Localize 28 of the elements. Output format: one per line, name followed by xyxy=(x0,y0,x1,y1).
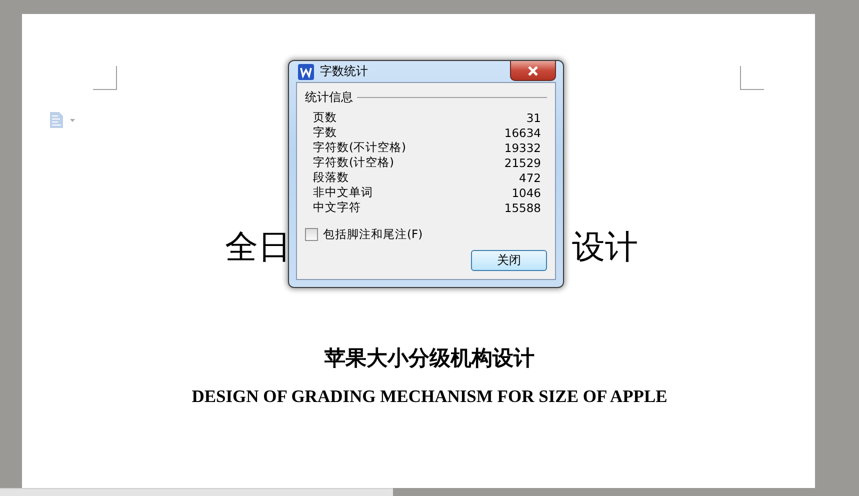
corner-mark xyxy=(93,66,117,90)
stat-label: 字符数(不计空格) xyxy=(313,140,406,155)
stat-label: 非中文单词 xyxy=(313,185,373,200)
stat-value: 1046 xyxy=(512,186,541,200)
stat-value: 31 xyxy=(526,110,541,124)
heading-text: 全日 xyxy=(225,228,292,266)
section-label: 统计信息 xyxy=(305,89,353,106)
stat-label: 字数 xyxy=(313,125,337,140)
checkbox[interactable] xyxy=(305,228,318,241)
stat-label: 字符数(计空格) xyxy=(313,155,394,170)
heading-text: 设计 xyxy=(572,228,639,266)
stat-value: 21529 xyxy=(504,156,541,170)
close-button[interactable]: 关闭 xyxy=(471,250,547,271)
close-icon[interactable] xyxy=(510,61,556,81)
stat-label: 中文字符 xyxy=(313,200,361,215)
stat-value: 472 xyxy=(519,170,541,184)
stat-label: 段落数 xyxy=(313,170,349,185)
checkbox-label: 包括脚注和尾注(F) xyxy=(323,227,423,242)
app-logo-icon xyxy=(298,64,314,80)
document-icon[interactable] xyxy=(50,112,78,128)
stat-value: 15588 xyxy=(504,200,541,214)
corner-mark xyxy=(740,66,764,90)
stat-value: 19332 xyxy=(504,140,541,154)
stat-value: 16634 xyxy=(504,126,541,140)
document-title: 苹果大小分级机构设计 xyxy=(324,345,534,372)
dialog-title: 字数统计 xyxy=(320,63,368,80)
stat-label: 页数 xyxy=(313,110,337,125)
document-subtitle: DESIGN OF GRADING MECHANISM FOR SIZE OF APPLE xyxy=(192,386,668,407)
